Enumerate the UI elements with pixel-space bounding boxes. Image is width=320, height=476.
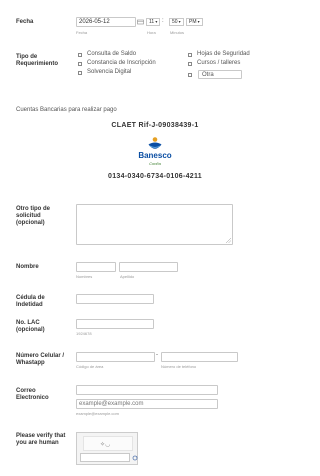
email-confirm-placeholder: example@example.com <box>79 401 144 407</box>
email-input[interactable] <box>76 385 218 395</box>
otro-label-1: Otro tipo de <box>16 206 50 212</box>
tipo-label-1: Tipo de <box>16 54 38 60</box>
checkbox-cursos[interactable] <box>188 62 192 66</box>
lac-label-1: No. LAC <box>16 320 40 326</box>
correo-label-1: Correo <box>16 388 36 394</box>
fecha-label: Fecha <box>16 19 34 25</box>
checkbox-solvencia[interactable] <box>78 71 82 75</box>
email-confirm-input[interactable]: example@example.com <box>76 399 218 409</box>
correo-label-2: Electronico <box>16 395 49 401</box>
captcha-label-1: Please verify that <box>16 433 66 439</box>
otra-value: Otra <box>202 72 214 78</box>
banesco-logo: Banesco Confía <box>131 135 179 169</box>
checkbox-hojas-seguridad[interactable] <box>188 53 192 57</box>
ampm-select[interactable]: PM ▾ <box>186 18 203 26</box>
date-input[interactable]: 2026-05-12 <box>76 17 136 27</box>
otro-textarea[interactable] <box>76 204 233 245</box>
phone-dash: - <box>156 352 158 358</box>
otro-label-2: solicitud <box>16 213 41 219</box>
option-hojas-seguridad[interactable]: Hojas de Seguridad <box>197 51 250 57</box>
date-sub: Fecha <box>76 30 88 35</box>
hour-select[interactable]: 11 ▾ <box>146 18 160 26</box>
last-name-input[interactable] <box>119 262 178 272</box>
chevron-down-icon: ▾ <box>154 19 158 24</box>
celular-label-2: Whastapp <box>16 360 45 366</box>
celular-label-1: Número Celular / <box>16 353 65 359</box>
cedula-label-1: Cédula de <box>16 295 45 301</box>
svg-text:✧◡: ✧◡ <box>100 441 110 448</box>
email-sub: example@example.com <box>76 411 119 416</box>
bank-logo-text: Banesco <box>138 151 172 160</box>
bank-logo-sub: Confía <box>149 161 161 166</box>
otra-input[interactable]: Otra <box>198 70 242 79</box>
company-rif: CLAET Rif-J-09038439-1 <box>111 122 199 129</box>
chevron-down-icon: ▾ <box>196 19 200 24</box>
phone-number-input[interactable] <box>161 352 238 362</box>
account-number: 0134-0340-6734-0106-4211 <box>108 173 202 180</box>
captcha-glyph-icon: ✧◡ <box>100 441 110 448</box>
checkbox-consulta-saldo[interactable] <box>78 53 82 57</box>
cedula-input[interactable] <box>76 294 154 304</box>
lac-input[interactable] <box>76 319 154 329</box>
checkbox-constancia[interactable] <box>78 62 82 66</box>
first-name-sub: Nombres <box>76 274 93 279</box>
option-solvencia[interactable]: Solvencia Digital <box>87 69 131 75</box>
captcha-image: ✧◡ <box>83 436 133 451</box>
captcha-widget[interactable]: ✧◡ <box>76 432 138 465</box>
option-cursos[interactable]: Cursos / talleres <box>197 60 240 66</box>
last-name-sub: Apellido <box>120 274 135 279</box>
minute-select[interactable]: 50 ▾ <box>169 18 184 26</box>
calendar-icon[interactable] <box>137 19 144 25</box>
hour-sub: Hora <box>147 30 156 35</box>
area-code-sub: Código de área <box>76 364 104 369</box>
phone-number-sub: Número de teléfono <box>161 364 197 369</box>
minute-sub: Minutos <box>170 30 185 35</box>
checkbox-otra[interactable] <box>188 73 192 77</box>
cedula-label-2: Indetidad <box>16 302 43 308</box>
nombre-label: Nombre <box>16 264 39 270</box>
area-code-input[interactable] <box>76 352 155 362</box>
refresh-icon[interactable] <box>132 455 138 461</box>
first-name-input[interactable] <box>76 262 116 272</box>
option-constancia[interactable]: Constancia de Inscripción <box>87 60 156 66</box>
otro-label-3: (opcional) <box>16 220 45 226</box>
lac-sub: 1924678 <box>76 331 92 336</box>
chevron-down-icon: ▾ <box>177 19 181 24</box>
captcha-input[interactable] <box>80 453 130 462</box>
resize-handle-icon[interactable] <box>226 238 231 243</box>
date-value: 2026-05-12 <box>79 19 110 25</box>
ampm-value: PM <box>189 19 197 25</box>
cuentas-intro: Cuentas Bancarias para realizar pago <box>16 107 117 113</box>
tipo-label-2: Requerimiento <box>16 61 59 67</box>
time-colon: : <box>162 18 164 24</box>
option-consulta-saldo[interactable]: Consulta de Saldo <box>87 51 136 57</box>
lac-label-2: (opcional) <box>16 327 45 333</box>
captcha-label-2: you are human <box>16 440 59 446</box>
